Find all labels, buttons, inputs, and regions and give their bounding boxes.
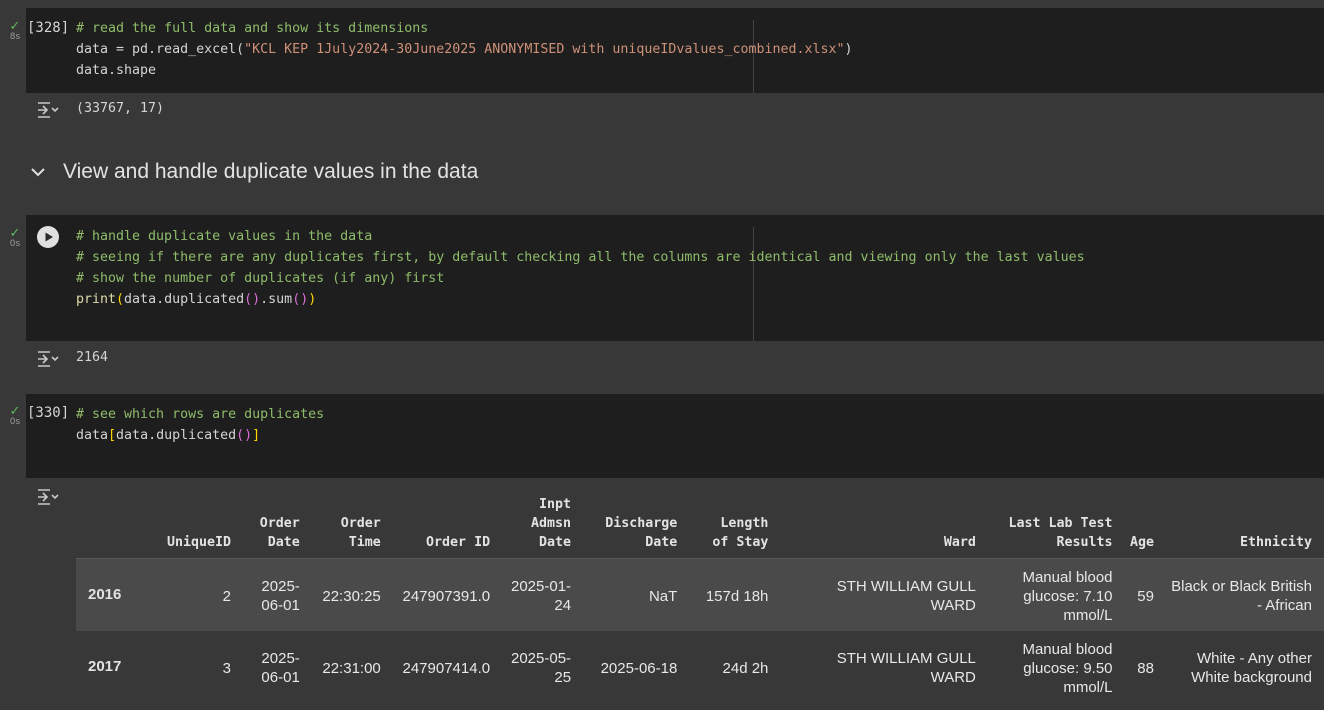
code-comment: # handle duplicate values in the data (76, 229, 373, 244)
code-paren: () (244, 292, 261, 307)
dataframe-output: UniqueID Order Date Order Time Order ID … (76, 489, 1324, 703)
table-row: 2017 3 2025-06-01 22:31:00 247907414.0 2… (76, 630, 1324, 703)
table-cell: 2025-06-18 (583, 630, 690, 703)
success-check-icon: ✓ (9, 403, 21, 418)
success-check-icon: ✓ (9, 18, 21, 33)
code-paren: ) (844, 42, 853, 57)
code-paren: ( (116, 292, 125, 307)
run-cell-button[interactable] (37, 226, 59, 248)
notebook-top-strip (0, 0, 1324, 8)
code-line: data (76, 428, 109, 443)
table-cell: 247907414.0 (392, 630, 503, 703)
column-header: Ethnicity (1161, 489, 1324, 559)
code-editor[interactable]: # read the full data and show its dimens… (76, 18, 853, 81)
table-cell: 59 (1124, 558, 1162, 631)
success-check-icon: ✓ (9, 225, 21, 240)
code-comment: # seeing if there are any duplicates fir… (76, 250, 1085, 265)
table-row: 2016 2 2025-06-01 22:30:25 247907391.0 2… (76, 558, 1324, 631)
code-editor[interactable]: # handle duplicate values in the data # … (76, 226, 1085, 310)
code-call: data.duplicated (124, 292, 245, 307)
cell-status-328: ✓ 8s (4, 18, 26, 42)
execution-count: [330] (27, 405, 70, 421)
table-cell: 2025-01-24 (502, 558, 584, 631)
table-cell: 2025-06-01 (242, 558, 312, 631)
table-cell: 157d 18h (689, 558, 781, 631)
column-header: Age (1124, 489, 1162, 559)
table-cell: Black or Black British - African (1161, 558, 1324, 631)
table-cell: 2 (146, 558, 243, 631)
cell-status-330: ✓ 0s (4, 403, 26, 427)
code-paren: () (236, 428, 253, 443)
cell-output: 2164 (76, 350, 109, 365)
play-icon (45, 232, 53, 242)
code-comment: # see which rows are duplicates (76, 407, 325, 422)
table-header-row: UniqueID Order Date Order Time Order ID … (76, 489, 1324, 559)
code-paren: () (292, 292, 309, 307)
table-cell: 22:31:00 (311, 630, 393, 703)
column-header: Order ID (392, 489, 503, 559)
code-call: data.duplicated (116, 428, 237, 443)
output-collapse-icon[interactable] (36, 100, 60, 120)
code-string: "KCL KEP 1July2024-30June2025 ANONYMISED… (244, 42, 845, 57)
execution-time: 8s (9, 32, 21, 42)
cell-status: ✓ 0s (4, 225, 26, 249)
column-header: Discharge Date (583, 489, 690, 559)
column-header: Length of Stay (689, 489, 781, 559)
column-header: Order Date (242, 489, 312, 559)
code-paren: ) (308, 292, 317, 307)
table-cell: 2025-05-25 (502, 630, 584, 703)
column-header: Ward (780, 489, 988, 559)
code-call: .sum (260, 292, 293, 307)
column-header: Inpt Admsn Date (502, 489, 584, 559)
row-index: 2017 (76, 630, 147, 703)
column-header: UniqueID (146, 489, 243, 559)
code-line: data = pd.read_excel( (76, 42, 245, 57)
column-header: Order Time (311, 489, 393, 559)
table-cell: 2025-06-01 (242, 630, 312, 703)
code-function: print (76, 292, 117, 307)
code-paren: ] (252, 428, 261, 443)
execution-count: [328] (27, 20, 70, 36)
execution-time: 0s (9, 417, 21, 427)
table-cell: 24d 2h (689, 630, 781, 703)
table-cell: Manual blood glucose: 7.10 mmol/L (987, 558, 1125, 631)
table-cell: 22:30:25 (311, 558, 393, 631)
row-index: 2016 (76, 558, 147, 631)
table-cell: Manual blood glucose: 9.50 mmol/L (987, 630, 1125, 703)
index-header (76, 489, 147, 559)
table-cell: 3 (146, 630, 243, 703)
execution-time: 0s (9, 239, 21, 249)
cell-output: (33767, 17) (76, 101, 165, 116)
table-cell: White - Any other White background (1161, 630, 1324, 703)
column-header: Last Lab Test Results (987, 489, 1125, 559)
table-cell: 247907391.0 (392, 558, 503, 631)
code-comment: # show the number of duplicates (if any)… (76, 271, 445, 286)
output-collapse-icon[interactable] (36, 487, 60, 507)
table-cell: NaT (583, 558, 690, 631)
table-cell: STH WILLIAM GULL WARD (780, 558, 988, 631)
code-editor[interactable]: # see which rows are duplicates data[dat… (76, 404, 324, 446)
table-cell: 88 (1124, 630, 1162, 703)
output-collapse-icon[interactable] (36, 349, 60, 369)
code-line: data.shape (76, 63, 157, 78)
table-cell: STH WILLIAM GULL WARD (780, 630, 988, 703)
section-heading: View and handle duplicate values in the … (63, 160, 479, 183)
code-comment: # read the full data and show its dimens… (76, 21, 429, 36)
code-paren: [ (108, 428, 117, 443)
chevron-down-icon[interactable] (28, 160, 48, 184)
